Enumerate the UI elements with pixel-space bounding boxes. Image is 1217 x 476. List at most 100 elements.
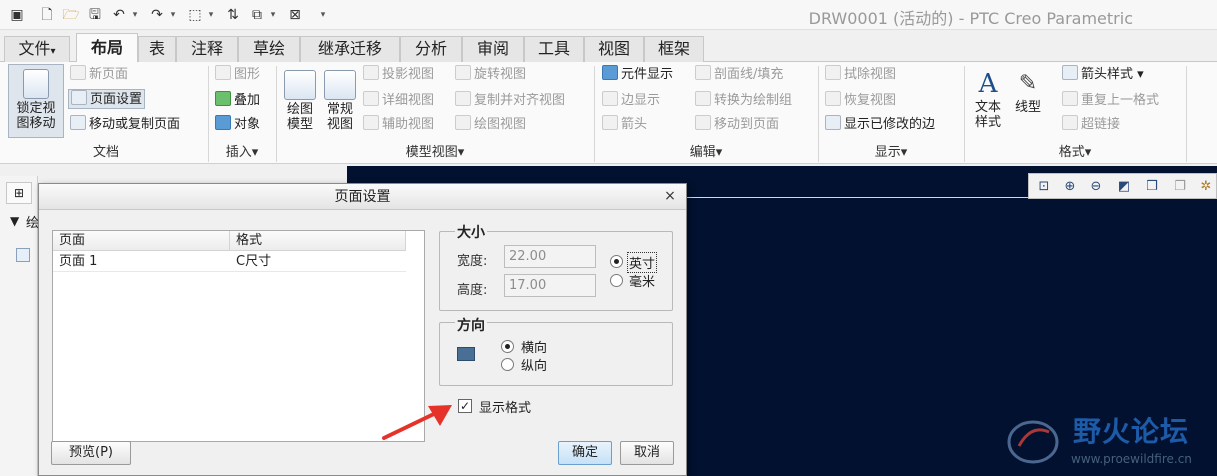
landscape-label[interactable]: 横向 bbox=[521, 337, 547, 356]
hyperlink-button[interactable]: 超链接 bbox=[1062, 115, 1120, 135]
tab-table[interactable]: 表 bbox=[138, 36, 176, 62]
windows-dropdown-icon[interactable]: ▾ bbox=[268, 6, 278, 24]
section-line-fill-button[interactable]: 剖面线/填充 bbox=[695, 65, 783, 85]
table-header-page[interactable]: 页面 bbox=[53, 231, 230, 251]
model-views-group-label[interactable]: 模型视图▾ bbox=[276, 143, 594, 163]
arrow-style-icon bbox=[1062, 65, 1078, 80]
table-cell-page[interactable]: 页面 1 bbox=[53, 252, 230, 272]
select-dropdown-icon[interactable]: ▾ bbox=[206, 6, 216, 24]
graphics-button[interactable]: 图形 bbox=[215, 65, 260, 85]
windows-icon[interactable]: ⧉ bbox=[248, 6, 266, 24]
page-setup-dialog: 页面设置 × 页面 格式 页面 1 C尺寸 大小 宽度: 22.00 高度: 1… bbox=[38, 183, 687, 476]
copy-align-view-button[interactable]: 复制并对齐视图 bbox=[455, 91, 565, 111]
sheet-format-table[interactable]: 页面 格式 页面 1 C尺寸 bbox=[52, 230, 425, 442]
unit-inch-label[interactable]: 英寸 bbox=[627, 252, 658, 273]
customize-toolbar-icon[interactable]: ▾ bbox=[318, 6, 328, 24]
arrows-button[interactable]: 箭头 bbox=[602, 115, 647, 135]
lock-view-movement-button[interactable]: 锁定视 图移动 bbox=[8, 64, 64, 138]
new-file-icon[interactable]: 🗋 bbox=[38, 6, 56, 24]
revolved-view-button[interactable]: 旋转视图 bbox=[455, 65, 526, 85]
regenerate-icon[interactable]: ⇅ bbox=[224, 6, 242, 24]
redo-dropdown-icon[interactable]: ▾ bbox=[168, 6, 178, 24]
erase-view-button[interactable]: 拭除视图 bbox=[825, 65, 896, 85]
move-to-page-button[interactable]: 移动到页面 bbox=[695, 115, 779, 135]
tab-annotate[interactable]: 注释 bbox=[176, 36, 238, 62]
page-setup-button[interactable]: 页面设置 bbox=[68, 89, 146, 109]
tab-review[interactable]: 审阅 bbox=[462, 36, 524, 62]
lock-view-label-1: 锁定视 bbox=[16, 101, 56, 116]
close-icon[interactable]: × bbox=[662, 188, 678, 204]
annotation-display-icon[interactable]: ❐ bbox=[1171, 178, 1189, 196]
convert-to-draw-group-button[interactable]: 转换为绘制组 bbox=[695, 91, 792, 111]
portrait-radio[interactable] bbox=[501, 358, 514, 371]
watermark-title: 野火论坛 bbox=[1073, 415, 1190, 448]
forum-watermark: 野火论坛 www.proewildfire.cn bbox=[1005, 408, 1217, 476]
edit-group-label[interactable]: 编辑▾ bbox=[594, 143, 818, 163]
tab-file[interactable]: 文件▾ bbox=[4, 36, 70, 62]
drawing-view-button[interactable]: 绘图视图 bbox=[455, 115, 526, 135]
general-view-button[interactable]: 常规 视图 bbox=[321, 70, 359, 132]
landscape-radio[interactable] bbox=[501, 340, 514, 353]
refit-icon[interactable]: ⊡ bbox=[1035, 178, 1053, 196]
line-style-label: 线型 bbox=[1014, 100, 1041, 115]
auxiliary-view-button[interactable]: 辅助视图 bbox=[363, 115, 434, 135]
tab-layout[interactable]: 布局 bbox=[76, 33, 138, 63]
app-window-icon[interactable]: ▣ bbox=[8, 6, 26, 24]
table-cell-format[interactable]: C尺寸 bbox=[230, 252, 406, 272]
undo-icon[interactable]: ↶ bbox=[110, 6, 128, 24]
line-style-button[interactable]: ✎ 线型 bbox=[1010, 68, 1046, 115]
tab-framework[interactable]: 框架 bbox=[644, 36, 704, 62]
drawing-node-icon bbox=[16, 248, 30, 262]
move-copy-page-button[interactable]: 移动或复制页面 bbox=[70, 115, 180, 135]
object-button[interactable]: 对象 bbox=[215, 115, 260, 135]
width-field[interactable]: 22.00 bbox=[504, 245, 596, 268]
open-folder-icon[interactable]: 🗁 bbox=[62, 6, 80, 24]
overlay-button[interactable]: 叠加 bbox=[215, 91, 260, 111]
format-group-label[interactable]: 格式▾ bbox=[964, 143, 1186, 163]
drawing-model-button[interactable]: 绘图 模型 bbox=[281, 70, 319, 132]
show-format-checkbox[interactable]: ✓ bbox=[458, 399, 472, 413]
redo-icon[interactable]: ↷ bbox=[148, 6, 166, 24]
show-modified-edges-button[interactable]: 显示已修改的边 bbox=[825, 115, 935, 135]
element-display-button[interactable]: 元件显示 bbox=[602, 65, 673, 85]
repeat-last-format-button[interactable]: 重复上一格式 bbox=[1062, 91, 1159, 111]
portrait-label[interactable]: 纵向 bbox=[521, 355, 547, 374]
tab-legacy-migration[interactable]: 继承迁移 bbox=[300, 36, 400, 62]
zoom-in-icon[interactable]: ⊕ bbox=[1061, 178, 1079, 196]
text-style-button[interactable]: A 文本 样式 bbox=[970, 68, 1006, 130]
arrow-style-button[interactable]: 箭头样式 ▾ bbox=[1062, 65, 1144, 85]
table-header-format[interactable]: 格式 bbox=[230, 231, 406, 251]
unit-mm-radio[interactable] bbox=[610, 274, 623, 287]
ok-button[interactable]: 确定 bbox=[558, 441, 612, 465]
display-style-icon[interactable]: ❒ bbox=[1143, 178, 1161, 196]
tab-tools[interactable]: 工具 bbox=[524, 36, 584, 62]
resume-view-button[interactable]: 恢复视图 bbox=[825, 91, 896, 111]
repaint-icon[interactable]: ◩ bbox=[1115, 178, 1133, 196]
new-page-button[interactable]: 新页面 bbox=[70, 65, 128, 85]
tab-analysis[interactable]: 分析 bbox=[400, 36, 462, 62]
preview-button[interactable]: 预览(P) bbox=[51, 441, 131, 465]
edge-display-button[interactable]: 边显示 bbox=[602, 91, 660, 111]
close-window-icon[interactable]: ⊠ bbox=[286, 6, 304, 24]
tab-sketch[interactable]: 草绘 bbox=[238, 36, 300, 62]
object-icon bbox=[215, 115, 231, 130]
show-format-label[interactable]: 显示格式 bbox=[479, 397, 531, 416]
height-field[interactable]: 17.00 bbox=[504, 274, 596, 297]
undo-dropdown-icon[interactable]: ▾ bbox=[130, 6, 140, 24]
projection-view-button[interactable]: 投影视图 bbox=[363, 65, 434, 85]
unit-inch-radio[interactable] bbox=[610, 255, 623, 268]
model-tree-panel[interactable]: ⊞ ▼ 绘 bbox=[0, 176, 39, 476]
general-view-label-1: 常规 bbox=[326, 102, 353, 117]
detailed-view-button[interactable]: 详细视图 bbox=[363, 91, 434, 111]
datum-display-icon[interactable]: ✲ bbox=[1197, 178, 1215, 196]
select-box-icon[interactable]: ⬚ bbox=[186, 6, 204, 24]
display-group-label[interactable]: 显示▾ bbox=[818, 143, 964, 163]
tree-expand-icon[interactable]: ▼ bbox=[10, 214, 19, 228]
model-tree-tab-icon[interactable]: ⊞ bbox=[6, 182, 32, 204]
insert-group-label[interactable]: 插入▾ bbox=[208, 143, 276, 163]
unit-mm-label[interactable]: 毫米 bbox=[629, 271, 655, 290]
zoom-out-icon[interactable]: ⊖ bbox=[1087, 178, 1105, 196]
tab-view[interactable]: 视图 bbox=[584, 36, 644, 62]
save-icon[interactable]: 🖫 bbox=[86, 6, 104, 24]
cancel-button[interactable]: 取消 bbox=[620, 441, 674, 465]
